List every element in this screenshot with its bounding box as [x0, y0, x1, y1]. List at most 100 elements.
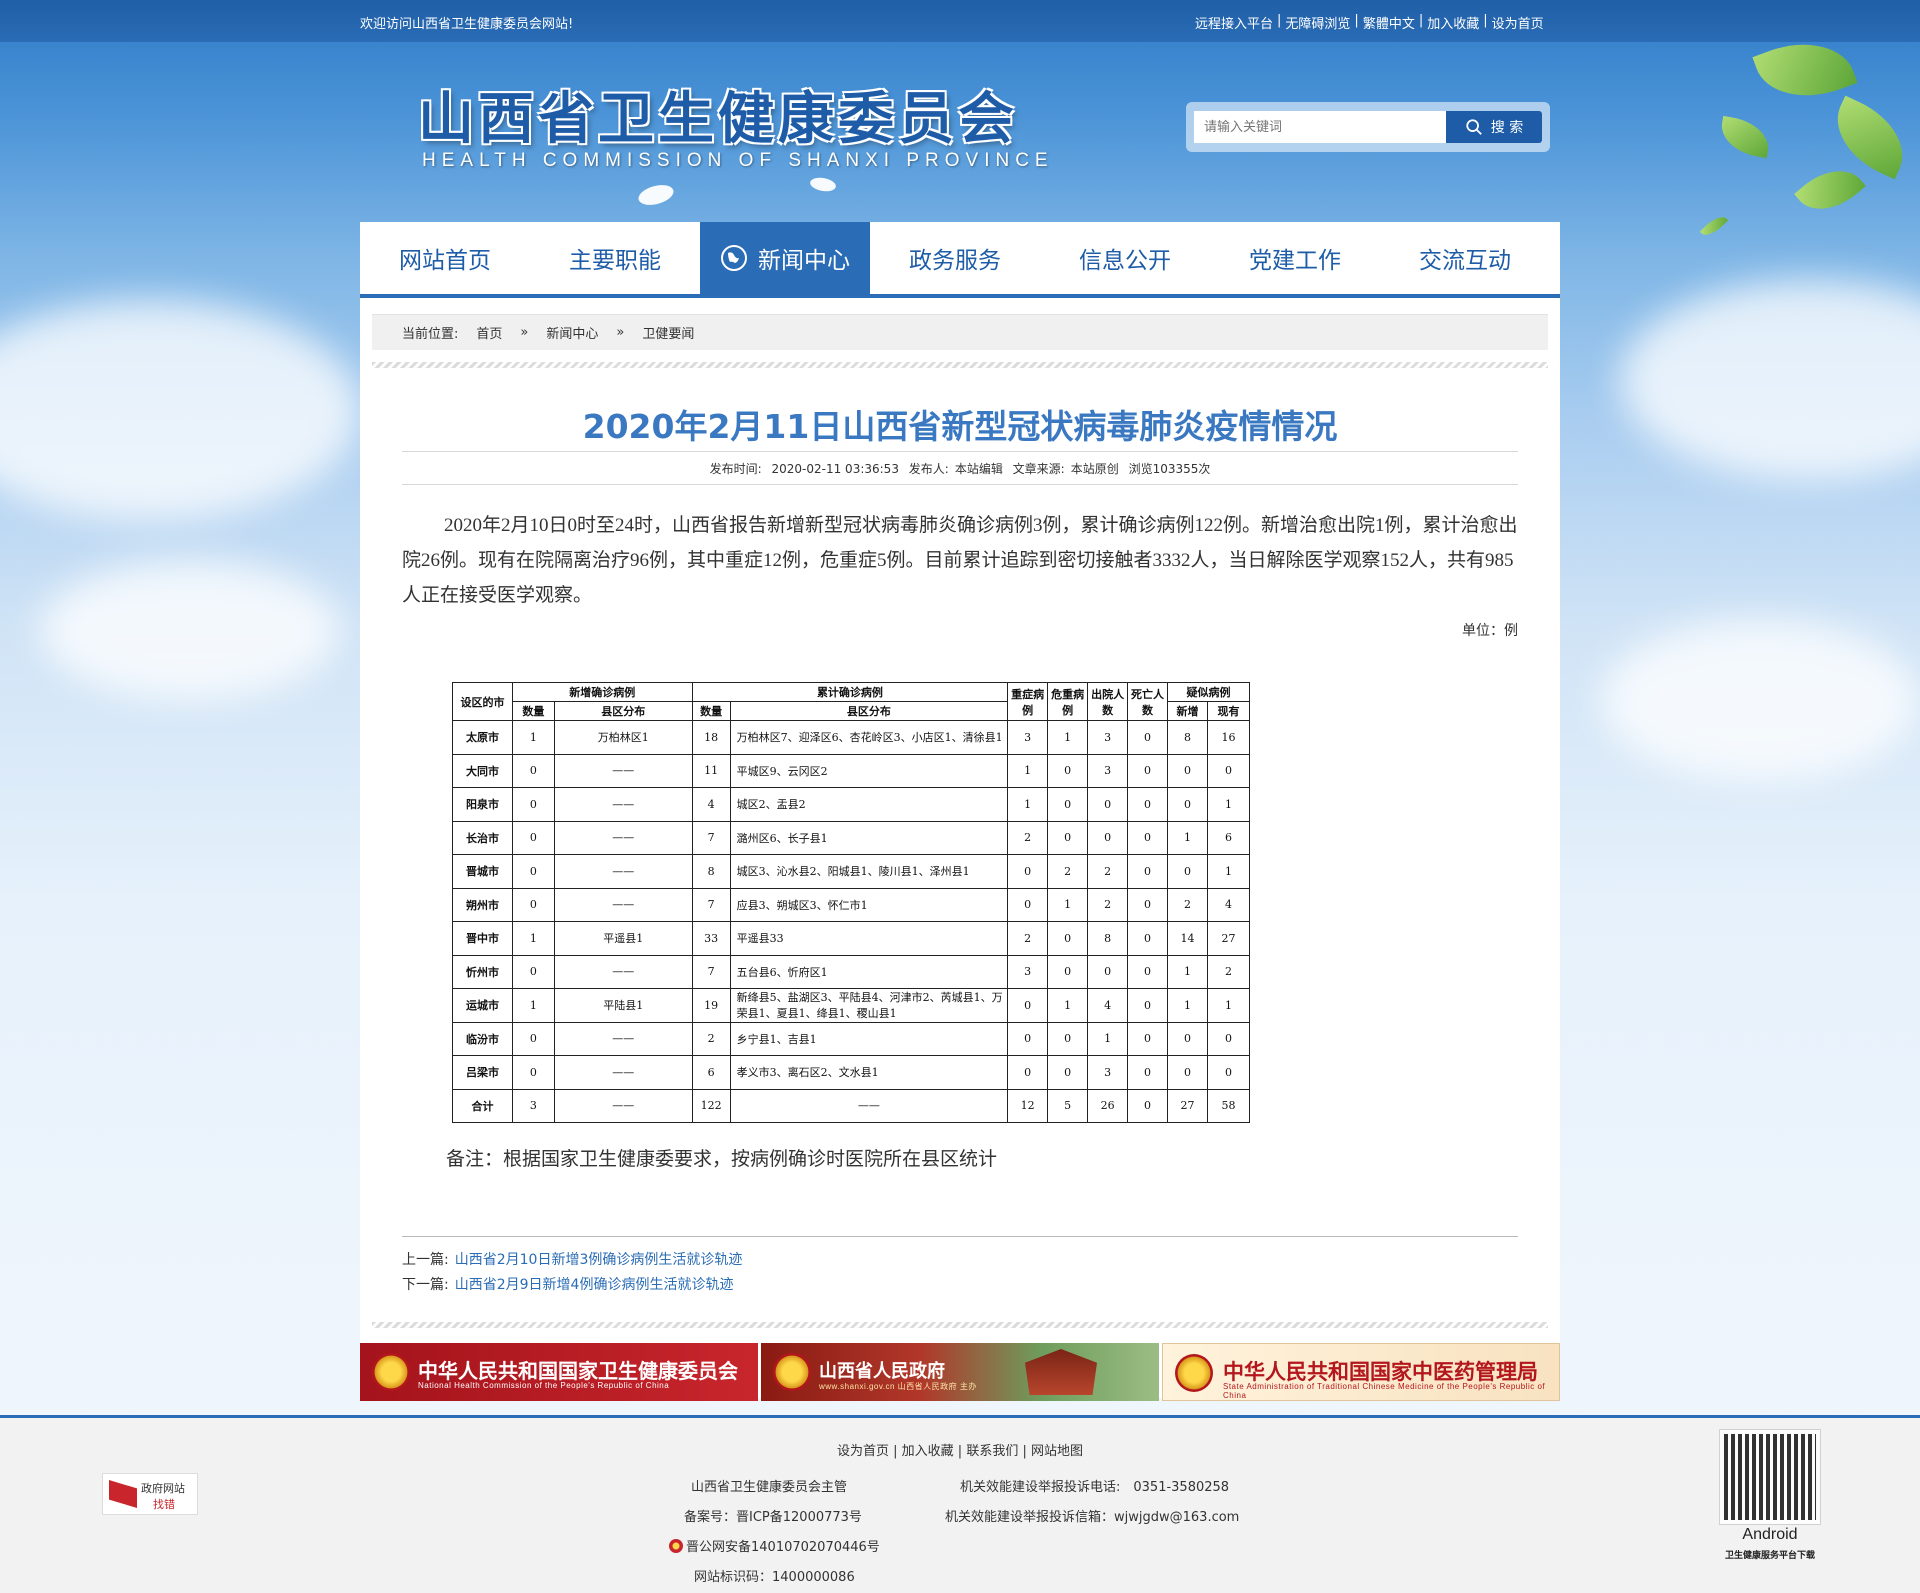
divider: [402, 451, 1518, 452]
cell-discharged: 0: [1087, 820, 1129, 855]
top-link-traditional[interactable]: 繁體中文: [1363, 13, 1415, 32]
table-row: 吕梁市 0 —— 6 孝义市3、离石区2、文水县1 0 0 3 0 0 0: [452, 1055, 1251, 1090]
cell-severe: 3: [1007, 954, 1049, 989]
breadcrumb-home[interactable]: 首页: [476, 323, 502, 342]
nav-item-services[interactable]: 政务服务: [870, 222, 1040, 294]
cell-severe: 12: [1007, 1088, 1049, 1123]
prev-label: 上一篇:: [402, 1252, 449, 1268]
banner-tcm[interactable]: 中华人民共和国国家中医药管理局 State Administration of …: [1162, 1343, 1560, 1401]
cell-new-district: ——: [553, 1055, 693, 1090]
cell-new-district: 平遥县1: [553, 921, 693, 956]
table-row: 忻州市 0 —— 7 五台县6、忻府区1 3 0 0 0 1 2: [452, 954, 1251, 989]
cell-discharged: 2: [1087, 854, 1129, 889]
cell-total-district: 潞州区6、长子县1: [729, 820, 1009, 855]
breadcrumb: 当前位置: 首页 » 新闻中心 » 卫健要闻: [372, 314, 1548, 350]
cell-city: 吕梁市: [452, 1055, 513, 1090]
data-table-image: 设区的市 新增确诊病例 累计确诊病例 重症病例 危重病例 出院人数 死亡人数 疑…: [452, 682, 1251, 1123]
nav-item-party[interactable]: 党建工作: [1210, 222, 1380, 294]
cell-critical: 0: [1047, 1055, 1089, 1090]
table-row: 合计 3 —— 122 —— 12 5 26 0 27 58: [452, 1088, 1251, 1123]
meta-source: 本站原创: [1070, 462, 1119, 476]
footer-link-contact[interactable]: 联系我们: [966, 1444, 1018, 1459]
gov-site-error-badge[interactable]: 政府网站 找错: [102, 1473, 198, 1515]
cell-severe: 2: [1007, 921, 1049, 956]
prev-article-link[interactable]: 山西省2月10日新增3例确诊病例生活就诊轨迹: [455, 1252, 743, 1268]
banner-shanxi-gov[interactable]: 山西省人民政府 www.shanxi.gov.cn 山西省人民政府 主办: [761, 1343, 1159, 1401]
cell-total-district: 应县3、朔城区3、怀仁市1: [729, 887, 1009, 922]
top-link-homepage[interactable]: 设为首页: [1492, 13, 1544, 32]
footer-icp[interactable]: 备案号：晋ICP备12000773号: [684, 1506, 862, 1525]
meta-publisher: 本站编辑: [954, 462, 1003, 476]
footer-link-favorite[interactable]: 加入收藏: [902, 1444, 954, 1459]
site-logo-title[interactable]: 山西省卫生健康委员会: [418, 74, 1018, 155]
cell-suspected-current: 0: [1206, 1055, 1251, 1090]
cell-discharged: 3: [1087, 720, 1129, 755]
divider: [402, 484, 1518, 485]
footer-police-text: 晋公网安备14010702070446号: [686, 1540, 880, 1555]
cell-new-count: 0: [511, 1055, 555, 1090]
meta-source-label: 文章来源:: [1012, 462, 1065, 476]
cell-new-district: ——: [553, 954, 693, 989]
unit-label: 单位：例: [1462, 623, 1518, 639]
cell-city: 晋中市: [452, 921, 513, 956]
top-link-favorite[interactable]: 加入收藏: [1427, 13, 1479, 32]
cell-critical: 0: [1047, 1021, 1089, 1056]
qr-code-icon[interactable]: [1719, 1429, 1821, 1525]
table-body: 太原市 1 万柏林区1 18 万柏林区7、迎泽区6、杏花岭区3、小店区1、清徐县1 3 1 3…: [452, 720, 1251, 1123]
nav-item-interaction[interactable]: 交流互动: [1380, 222, 1550, 294]
search-icon: [1466, 119, 1482, 135]
search-button-label: 搜 索: [1490, 120, 1524, 136]
cloud-decoration: [0, 300, 360, 520]
banner-nhc[interactable]: 中华人民共和国国家卫生健康委员会 National Health Commiss…: [360, 1343, 758, 1401]
next-article-link[interactable]: 山西省2月9日新增4例确诊病例生活就诊轨迹: [455, 1277, 734, 1293]
cell-new-district: ——: [553, 854, 693, 889]
gov-badge-text: 政府网站: [141, 1482, 185, 1495]
cell-deaths: 0: [1127, 854, 1169, 889]
footer-link-homepage[interactable]: 设为首页: [837, 1444, 889, 1459]
cell-suspected-new: 0: [1167, 1021, 1208, 1056]
cell-discharged: 3: [1087, 1055, 1129, 1090]
cell-total-count: 6: [691, 1055, 731, 1090]
top-link-accessibility[interactable]: 无障碍浏览: [1285, 13, 1350, 32]
top-link-remote[interactable]: 远程接入平台: [1195, 13, 1273, 32]
search-button[interactable]: 搜 索: [1446, 111, 1542, 143]
cell-suspected-current: 0: [1206, 1021, 1251, 1056]
cell-severe: 2: [1007, 820, 1049, 855]
breadcrumb-current[interactable]: 卫健要闻: [642, 323, 694, 342]
cell-total-district: 平遥县33: [729, 921, 1009, 956]
cell-city: 太原市: [452, 720, 513, 755]
footer-link-sitemap[interactable]: 网站地图: [1031, 1444, 1083, 1459]
table-row: 朔州市 0 —— 7 应县3、朔城区3、怀仁市1 0 1 2 0 2 4: [452, 887, 1251, 922]
th-total-district: 县区分布: [729, 701, 1009, 721]
table-row: 临汾市 0 —— 2 乡宁县1、吉县1 0 0 1 0 0 0: [452, 1021, 1251, 1056]
cell-deaths: 0: [1127, 921, 1169, 956]
cell-discharged: 8: [1087, 921, 1129, 956]
breadcrumb-news[interactable]: 新闻中心: [546, 323, 598, 342]
dove-icon: [809, 175, 837, 194]
cell-total-district: 城区3、沁水县2、阳城县1、陵川县1、泽州县1: [729, 854, 1009, 889]
nav-item-news[interactable]: 新闻中心: [700, 222, 870, 294]
table-note: 备注：根据国家卫生健康委要求，按病例确诊时医院所在县区统计: [446, 1149, 998, 1170]
footer-police-record[interactable]: 晋公网安备14010702070446号: [669, 1536, 880, 1555]
nav-item-disclosure[interactable]: 信息公开: [1040, 222, 1210, 294]
nav-item-home[interactable]: 网站首页: [360, 222, 530, 294]
footer: 设为首页 | 加入收藏 | 联系我们 | 网站地图 山西省卫生健康委员会主管 机…: [0, 1415, 1920, 1593]
cell-suspected-new: 0: [1167, 854, 1208, 889]
cell-discharged: 1: [1087, 1021, 1129, 1056]
cell-critical: 0: [1047, 787, 1089, 822]
th-deaths: 死亡人数: [1127, 682, 1169, 721]
cell-deaths: 0: [1127, 1021, 1169, 1056]
banner-nhc-title: 中华人民共和国国家卫生健康委员会: [418, 1359, 738, 1383]
cell-deaths: 0: [1127, 988, 1169, 1023]
cell-discharged: 3: [1087, 753, 1129, 788]
banner-nhc-subtitle: National Health Commission of the People…: [418, 1381, 670, 1390]
cell-new-count: 0: [511, 1021, 555, 1056]
banner-tcm-subtitle: State Administration of Traditional Chin…: [1223, 1382, 1546, 1400]
nav-item-functions[interactable]: 主要职能: [530, 222, 700, 294]
th-total-count: 数量: [691, 701, 731, 721]
cell-suspected-current: 6: [1206, 820, 1251, 855]
meta-time-label: 发布时间:: [709, 462, 762, 476]
search-input[interactable]: [1194, 111, 1446, 143]
cell-total-district: 新绛县5、盐湖区3、平陆县4、河津市2、芮城县1、万荣县1、夏县1、绛县1、稷山…: [729, 988, 1009, 1023]
cell-new-count: 0: [511, 954, 555, 989]
